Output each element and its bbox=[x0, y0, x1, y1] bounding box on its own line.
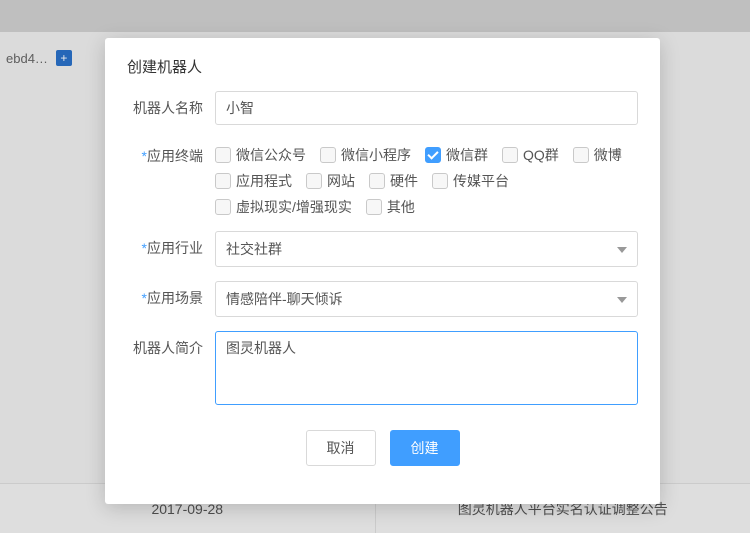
terminal-option-label: 微信小程序 bbox=[341, 145, 411, 165]
terminal-option[interactable]: 应用程式 bbox=[215, 171, 292, 191]
terminal-option[interactable]: 传媒平台 bbox=[432, 171, 509, 191]
chevron-down-icon bbox=[617, 297, 627, 303]
terminal-option-label: 微信公众号 bbox=[236, 145, 306, 165]
scene-select[interactable]: 情感陪伴-聊天倾诉 bbox=[215, 281, 638, 317]
checkbox-icon[interactable] bbox=[366, 199, 382, 215]
terminal-option[interactable]: 微信群 bbox=[425, 145, 488, 165]
checkbox-icon[interactable] bbox=[215, 147, 231, 163]
checkbox-icon[interactable] bbox=[215, 199, 231, 215]
row-scene: *应用场景 情感陪伴-聊天倾诉 bbox=[127, 281, 638, 317]
terminal-option[interactable]: 微信公众号 bbox=[215, 145, 306, 165]
modal-title: 创建机器人 bbox=[105, 38, 660, 91]
terminal-option-label: 其他 bbox=[387, 197, 415, 217]
row-terminal: *应用终端 微信公众号 微信小程序 微信群 QQ群 微博应用程式 网站 硬件 传媒平台虚拟现实… bbox=[127, 139, 638, 217]
checkbox-icon[interactable] bbox=[369, 173, 385, 189]
terminal-option[interactable]: 微信小程序 bbox=[320, 145, 411, 165]
label-scene: *应用场景 bbox=[127, 281, 215, 308]
terminal-option-label: 应用程式 bbox=[236, 171, 292, 191]
checkbox-icon[interactable] bbox=[320, 147, 336, 163]
checkbox-icon[interactable] bbox=[425, 147, 441, 163]
chevron-down-icon bbox=[617, 247, 627, 253]
terminal-option[interactable]: 网站 bbox=[306, 171, 355, 191]
modal-body: 机器人名称 *应用终端 微信公众号 微信小程序 微信群 QQ群 微博应用程式 网站 硬件 传媒… bbox=[105, 91, 660, 504]
industry-select[interactable]: 社交社群 bbox=[215, 231, 638, 267]
label-name: 机器人名称 bbox=[127, 91, 215, 118]
cancel-button[interactable]: 取消 bbox=[306, 430, 376, 466]
create-button[interactable]: 创建 bbox=[390, 430, 460, 466]
terminal-option-label: 网站 bbox=[327, 171, 355, 191]
terminal-option-label: 传媒平台 bbox=[453, 171, 509, 191]
scene-select-value: 情感陪伴-聊天倾诉 bbox=[226, 289, 343, 309]
modal-footer: 取消 创建 bbox=[127, 422, 638, 482]
row-intro: 机器人简介 bbox=[127, 331, 638, 408]
row-name: 机器人名称 bbox=[127, 91, 638, 125]
terminal-option-label: 微博 bbox=[594, 145, 622, 165]
terminal-option[interactable]: 硬件 bbox=[369, 171, 418, 191]
industry-select-value: 社交社群 bbox=[226, 239, 282, 259]
robot-intro-textarea[interactable] bbox=[215, 331, 638, 405]
terminal-option[interactable]: 微博 bbox=[573, 145, 622, 165]
create-robot-modal: 创建机器人 机器人名称 *应用终端 微信公众号 微信小程序 微信群 QQ群 微博应用程式… bbox=[105, 38, 660, 504]
checkbox-icon[interactable] bbox=[432, 173, 448, 189]
label-industry: *应用行业 bbox=[127, 231, 215, 258]
label-terminal: *应用终端 bbox=[127, 139, 215, 166]
checkbox-icon[interactable] bbox=[573, 147, 589, 163]
checkbox-icon[interactable] bbox=[306, 173, 322, 189]
terminal-option-label: QQ群 bbox=[523, 145, 559, 165]
terminal-option[interactable]: QQ群 bbox=[502, 145, 559, 165]
checkbox-icon[interactable] bbox=[215, 173, 231, 189]
row-industry: *应用行业 社交社群 bbox=[127, 231, 638, 267]
terminal-option-label: 微信群 bbox=[446, 145, 488, 165]
terminal-option-label: 虚拟现实/增强现实 bbox=[236, 197, 352, 217]
terminal-checkbox-group: 微信公众号 微信小程序 微信群 QQ群 微博应用程式 网站 硬件 传媒平台虚拟现实/增强现实 其… bbox=[215, 139, 638, 217]
terminal-option[interactable]: 虚拟现实/增强现实 bbox=[215, 197, 352, 217]
robot-name-input[interactable] bbox=[215, 91, 638, 125]
terminal-option-label: 硬件 bbox=[390, 171, 418, 191]
label-intro: 机器人简介 bbox=[127, 331, 215, 358]
checkbox-icon[interactable] bbox=[502, 147, 518, 163]
terminal-option[interactable]: 其他 bbox=[366, 197, 415, 217]
